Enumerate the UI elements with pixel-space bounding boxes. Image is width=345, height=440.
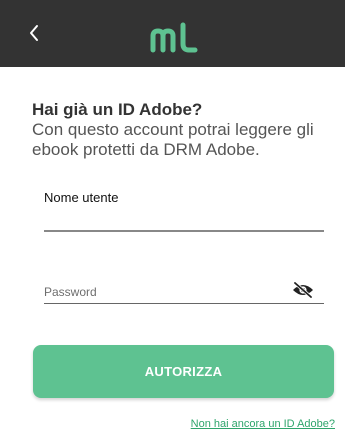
username-input[interactable] [44,206,324,232]
eye-off-icon [293,282,313,298]
app-header [0,0,345,67]
back-button[interactable] [22,18,46,48]
password-input[interactable] [44,281,324,304]
password-visibility-toggle[interactable] [292,281,314,299]
adobe-id-heading: Hai già un ID Adobe? [32,100,203,119]
username-label: Nome utente [44,190,119,205]
no-adobe-id-link[interactable]: Non hai ancora un ID Adobe? [191,418,335,430]
adobe-id-description: Con questo account potrai leggere gli eb… [32,120,314,159]
chevron-left-icon [30,25,38,41]
app-logo [150,22,198,53]
authorize-button[interactable]: AUTORIZZA [33,345,334,398]
